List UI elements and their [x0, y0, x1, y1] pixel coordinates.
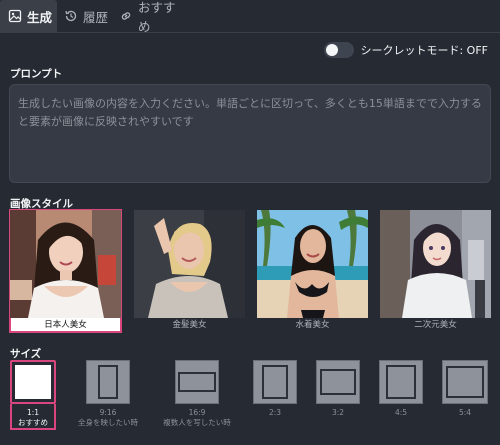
size-ratio: 5:4 [458, 408, 472, 417]
size-shape-4-5 [386, 365, 416, 399]
size-label: サイズ [10, 348, 42, 360]
size-note: 全身を映したい時 [78, 418, 138, 427]
image-style-label: 画像スタイル [10, 198, 73, 210]
style-thumbnail [10, 210, 121, 318]
style-caption: 金髪美女 [172, 320, 207, 330]
size-shape-2-3 [262, 365, 288, 399]
history-icon [64, 9, 78, 23]
tab-recommend[interactable]: おすすめ [119, 0, 185, 34]
size-shape-3-2 [320, 369, 356, 395]
size-shape-9-16 [98, 365, 118, 399]
size-ratio: 9:16 [99, 408, 117, 417]
size-option-5-4[interactable]: 5:4 [442, 360, 488, 432]
size-shape-16-9 [178, 372, 216, 392]
style-caption: 日本人美女 [10, 318, 121, 332]
size-shape-5-4 [446, 366, 484, 398]
secret-mode-label: シークレットモード: OFF [360, 44, 488, 57]
tab-generate[interactable]: 生成 [0, 0, 57, 32]
size-option-16-9[interactable]: 16:9 複数人を写したい時 [163, 360, 231, 432]
style-caption: 二次元美女 [414, 320, 457, 330]
style-caption: 水着美女 [295, 320, 330, 330]
size-note: おすすめ [18, 418, 48, 427]
image-icon [8, 9, 22, 23]
tab-history[interactable]: 履歴 [64, 0, 112, 32]
size-ratio: 16:9 [188, 408, 206, 417]
style-card-anime-beauty[interactable]: 二次元美女 [380, 210, 491, 332]
size-option-4-5[interactable]: 4:5 [379, 360, 423, 432]
tab-bar: 生成 履歴 おすすめ [0, 0, 500, 34]
size-note: 複数人を写したい時 [163, 418, 231, 427]
style-card-swimsuit-beauty[interactable]: 水着美女 [257, 210, 368, 332]
tab-generate-label: 生成 [27, 9, 53, 25]
size-option-3-2[interactable]: 3:2 [316, 360, 360, 432]
size-option-9-16[interactable]: 9:16 全身を映したい時 [78, 360, 138, 432]
tab-recommend-label: おすすめ [138, 0, 176, 34]
secret-mode-row: シークレットモード: OFF [324, 42, 488, 58]
link-icon [119, 9, 133, 23]
tab-history-label: 履歴 [83, 9, 109, 25]
style-card-blonde-beauty[interactable]: 金髪美女 [134, 210, 245, 332]
style-thumbnail [257, 210, 368, 318]
size-ratio: 1:1 [26, 408, 40, 417]
prompt-label: プロンプト [10, 68, 63, 80]
secret-mode-toggle[interactable] [324, 42, 355, 58]
style-card-japanese-beauty[interactable]: 日本人美女 [9, 209, 122, 333]
style-thumbnail [134, 210, 245, 318]
size-option-2-3[interactable]: 2:3 [253, 360, 297, 432]
toggle-knob [326, 44, 339, 56]
size-option-1-1[interactable]: 1:1 おすすめ [10, 360, 56, 430]
prompt-input[interactable]: 生成したい画像の内容を入力ください。単語ごとに区切って、多くとも15単語までで入… [9, 84, 491, 183]
style-thumbnail [380, 210, 491, 318]
size-shape-1-1 [15, 365, 51, 399]
